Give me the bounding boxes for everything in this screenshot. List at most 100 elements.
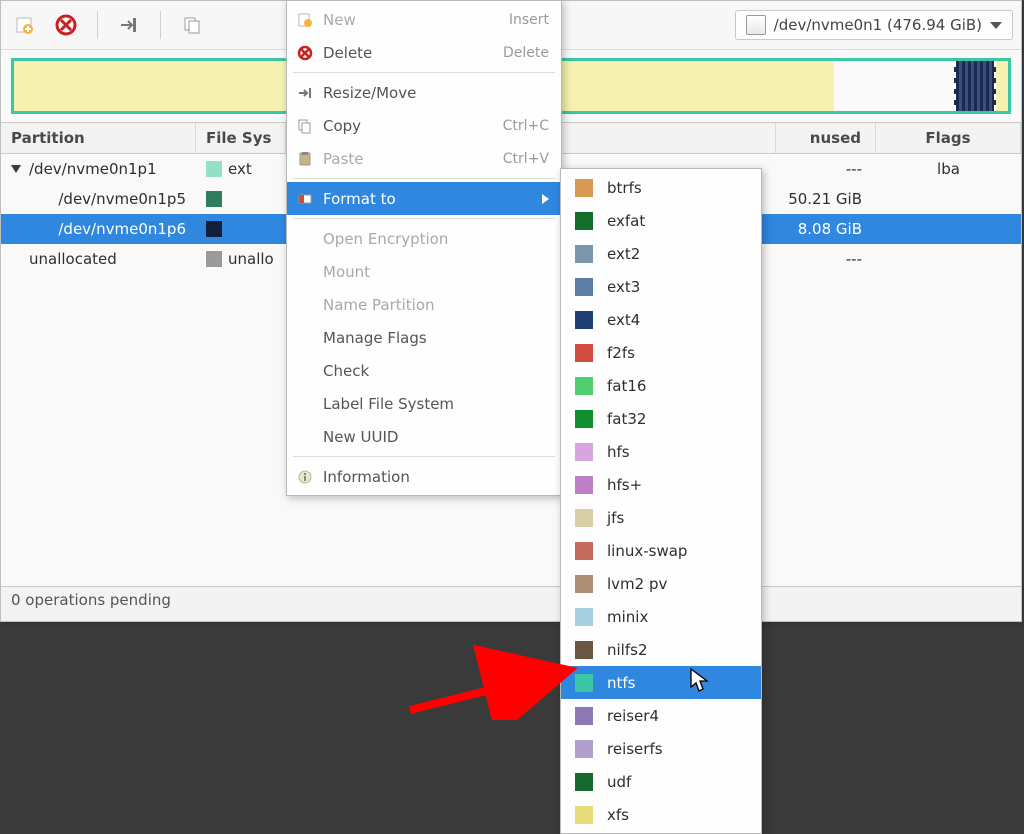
col-flags[interactable]: Flags: [876, 123, 1021, 153]
blank-icon: [297, 264, 313, 280]
expander-icon[interactable]: [11, 165, 21, 173]
menu-item-accel: Delete: [503, 45, 549, 61]
menu-item-check[interactable]: Check: [287, 354, 561, 387]
menu-separator: [293, 72, 555, 73]
toolbar-separator: [97, 11, 98, 39]
fs-name: fat32: [607, 410, 646, 428]
format-item-xfs[interactable]: xfs: [561, 798, 761, 831]
format-item-linux-swap[interactable]: linux-swap: [561, 534, 761, 567]
fs-color-swatch: [575, 278, 593, 296]
fs-name: xfs: [607, 806, 629, 824]
menu-item-open-encryption: Open Encryption: [287, 222, 561, 255]
annotation-arrow: [400, 630, 600, 720]
fs-color-swatch: [575, 773, 593, 791]
partition-name: unallocated: [29, 250, 117, 268]
menu-item-label-file-system[interactable]: Label File System: [287, 387, 561, 420]
format-item-udf[interactable]: udf: [561, 765, 761, 798]
fs-swatch: [206, 161, 222, 177]
format-item-btrfs[interactable]: btrfs: [561, 171, 761, 204]
menu-item-accel: Insert: [509, 12, 549, 28]
menu-item-new-uuid[interactable]: New UUID: [287, 420, 561, 453]
fs-color-swatch: [575, 740, 593, 758]
menu-item-label: Check: [323, 362, 549, 380]
fs-name: nilfs2: [607, 641, 647, 659]
paste-icon: [297, 151, 313, 167]
menu-item-new: New Insert: [287, 3, 561, 36]
fs-color-swatch: [575, 377, 593, 395]
menu-item-label: Delete: [323, 44, 493, 62]
fs-color-swatch: [575, 344, 593, 362]
menu-item-copy[interactable]: CopyCtrl+C: [287, 109, 561, 142]
fs-swatch: [206, 191, 222, 207]
cell-partition: /dev/nvme0n1p5: [1, 190, 196, 208]
fs-color-swatch: [575, 575, 593, 593]
menu-item-label: New: [323, 11, 499, 29]
cell-unused: 8.08 GiB: [776, 220, 876, 238]
partition-name: /dev/nvme0n1p1: [29, 160, 157, 178]
menu-item-label: Mount: [323, 263, 549, 281]
format-item-ext2[interactable]: ext2: [561, 237, 761, 270]
cell-partition: /dev/nvme0n1p1: [1, 160, 196, 178]
cell-flags: lba: [876, 160, 1021, 178]
fs-name: reiser4: [607, 707, 659, 725]
format-item-jfs[interactable]: jfs: [561, 501, 761, 534]
menu-item-name-partition: Name Partition: [287, 288, 561, 321]
menu-item-label: Information: [323, 468, 549, 486]
map-selected-segment[interactable]: [954, 61, 996, 111]
menu-item-resize-move[interactable]: Resize/Move: [287, 76, 561, 109]
device-selector[interactable]: /dev/nvme0n1 (476.94 GiB): [735, 10, 1013, 40]
format-item-hfs-[interactable]: hfs+: [561, 468, 761, 501]
fs-label: unallo: [228, 250, 274, 268]
copy-icon: [297, 118, 313, 134]
new-partition-btn[interactable]: [9, 10, 39, 40]
copy-btn[interactable]: [177, 10, 207, 40]
format-icon: [297, 191, 313, 207]
fs-color-swatch: [575, 410, 593, 428]
fs-color-swatch: [575, 608, 593, 626]
fs-swatch: [206, 251, 222, 267]
format-item-reiserfs[interactable]: reiserfs: [561, 732, 761, 765]
delete-icon: [297, 45, 313, 61]
format-item-fat16[interactable]: fat16: [561, 369, 761, 402]
format-item-ext4[interactable]: ext4: [561, 303, 761, 336]
menu-item-label: Paste: [323, 150, 493, 168]
map-free-segment[interactable]: [834, 61, 954, 111]
info-icon: [297, 469, 313, 485]
fs-name: exfat: [607, 212, 645, 230]
menu-item-manage-flags[interactable]: Manage Flags: [287, 321, 561, 354]
resize-move-btn[interactable]: [114, 10, 144, 40]
delete-partition-btn[interactable]: [51, 10, 81, 40]
menu-item-label: Label File System: [323, 395, 549, 413]
fs-color-swatch: [575, 212, 593, 230]
format-item-f2fs[interactable]: f2fs: [561, 336, 761, 369]
menu-separator: [293, 218, 555, 219]
fs-color-swatch: [575, 476, 593, 494]
cell-partition: unallocated: [1, 250, 196, 268]
blank-icon: [297, 297, 313, 313]
format-item-hfs[interactable]: hfs: [561, 435, 761, 468]
format-item-exfat[interactable]: exfat: [561, 204, 761, 237]
col-partition[interactable]: Partition: [1, 123, 196, 153]
format-item-lvm2-pv[interactable]: lvm2 pv: [561, 567, 761, 600]
menu-item-label: Format to: [323, 190, 532, 208]
format-item-fat32[interactable]: fat32: [561, 402, 761, 435]
menu-item-format-to[interactable]: Format to: [287, 182, 561, 215]
format-item-minix[interactable]: minix: [561, 600, 761, 633]
col-filesystem[interactable]: File Sys: [196, 123, 286, 153]
cell-unused: ---: [776, 160, 876, 178]
fs-name: hfs+: [607, 476, 642, 494]
cell-fs: [196, 191, 286, 207]
dropdown-icon: [990, 22, 1002, 29]
fs-name: udf: [607, 773, 631, 791]
format-item-ext3[interactable]: ext3: [561, 270, 761, 303]
col-unused[interactable]: nused: [776, 123, 876, 153]
menu-item-delete[interactable]: Delete Delete: [287, 36, 561, 69]
status-text: 0 operations pending: [11, 591, 171, 609]
cursor-icon: [690, 668, 710, 694]
partition-name: /dev/nvme0n1p5: [58, 190, 186, 208]
fs-color-swatch: [575, 245, 593, 263]
fs-name: jfs: [607, 509, 624, 527]
menu-item-label: Manage Flags: [323, 329, 549, 347]
menu-item-information[interactable]: Information: [287, 460, 561, 493]
blank-icon: [297, 363, 313, 379]
